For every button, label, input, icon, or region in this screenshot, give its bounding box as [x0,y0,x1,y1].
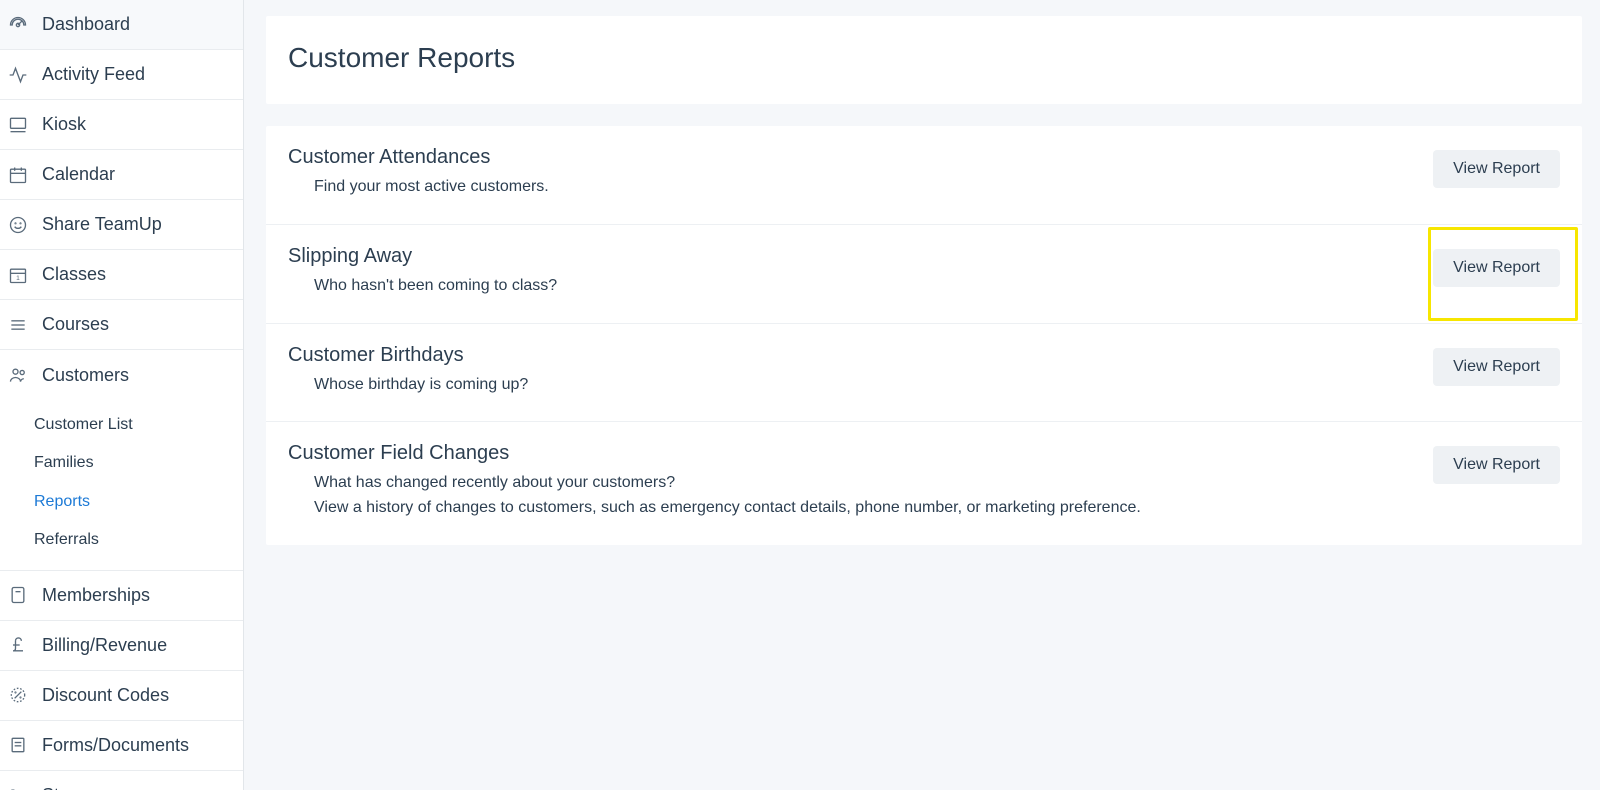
report-row: Customer Attendances Find your most activ… [266,126,1582,225]
report-list: Customer Attendances Find your most activ… [266,126,1582,545]
report-row: Slipping Away Who hasn't been coming to c… [266,225,1582,324]
page-header: Customer Reports [266,16,1582,104]
subnav-customer-list[interactable]: Customer List [0,406,243,444]
nav-label: Share TeamUp [42,214,231,235]
sidebar: Dashboard Activity Feed Kiosk Calendar S [0,0,244,790]
nav-dashboard[interactable]: Dashboard [0,0,243,50]
nav-calendar[interactable]: Calendar [0,150,243,200]
nav-label: Store [42,785,231,790]
main-content: Customer Reports Customer Attendances Fin… [244,0,1600,790]
nav-label: Discount Codes [42,685,231,706]
report-description: Whose birthday is coming up? [288,373,1413,398]
report-info: Slipping Away Who hasn't been coming to c… [288,245,1433,299]
users-icon [0,365,28,385]
customers-submenu: Customer List Families Reports Referrals [0,400,243,571]
nav-label: Billing/Revenue [42,635,231,656]
nav-label: Memberships [42,585,231,606]
view-report-button[interactable]: View Report [1433,150,1560,188]
nav-label: Forms/Documents [42,735,231,756]
nav-billing-revenue[interactable]: Billing/Revenue [0,621,243,671]
report-info: Customer Field Changes What has changed r… [288,442,1433,521]
view-report-button[interactable]: View Report [1433,348,1560,386]
nav-label: Activity Feed [42,64,231,85]
report-row: Customer Birthdays Whose birthday is comi… [266,324,1582,423]
page-title: Customer Reports [288,42,1560,74]
report-title: Slipping Away [288,245,1413,268]
report-title: Customer Field Changes [288,442,1413,465]
svg-text:1: 1 [16,275,20,282]
report-info: Customer Attendances Find your most activ… [288,146,1433,200]
form-icon [0,735,28,755]
activity-icon [0,65,28,85]
nav-label: Calendar [42,164,231,185]
report-title: Customer Attendances [288,146,1413,169]
subnav-families[interactable]: Families [0,444,243,482]
nav-share-teamup[interactable]: Share TeamUp [0,200,243,250]
nav-store[interactable]: Store [0,771,243,790]
view-report-button[interactable]: View Report [1433,249,1560,287]
nav-label: Classes [42,264,231,285]
pound-icon [0,635,28,655]
report-row: Customer Field Changes What has changed r… [266,422,1582,545]
view-report-button[interactable]: View Report [1433,446,1560,484]
nav-label: Customers [42,365,231,386]
nav-activity-feed[interactable]: Activity Feed [0,50,243,100]
nav-kiosk[interactable]: Kiosk [0,100,243,150]
subnav-reports[interactable]: Reports [0,483,243,521]
nav-label: Courses [42,314,231,335]
report-title: Customer Birthdays [288,344,1413,367]
badge-icon [0,585,28,605]
subnav-referrals[interactable]: Referrals [0,521,243,559]
report-description: What has changed recently about your cus… [288,471,1413,521]
smile-icon [0,215,28,235]
stack-icon [0,315,28,335]
nav-classes[interactable]: 1 Classes [0,250,243,300]
nav-label: Dashboard [42,14,231,35]
calendar-icon [0,165,28,185]
nav-discount-codes[interactable]: Discount Codes [0,671,243,721]
monitor-icon [0,115,28,135]
nav-customers[interactable]: Customers [0,350,243,400]
report-info: Customer Birthdays Whose birthday is comi… [288,344,1433,398]
nav-forms-documents[interactable]: Forms/Documents [0,721,243,771]
report-description: Who hasn't been coming to class? [288,274,1413,299]
nav-memberships[interactable]: Memberships [0,571,243,621]
cart-icon [0,786,28,790]
calendar-day-icon: 1 [0,265,28,285]
nav-label: Kiosk [42,114,231,135]
discount-icon [0,685,28,705]
gauge-icon [0,15,28,35]
report-description: Find your most active customers. [288,175,1413,200]
nav-courses[interactable]: Courses [0,300,243,350]
